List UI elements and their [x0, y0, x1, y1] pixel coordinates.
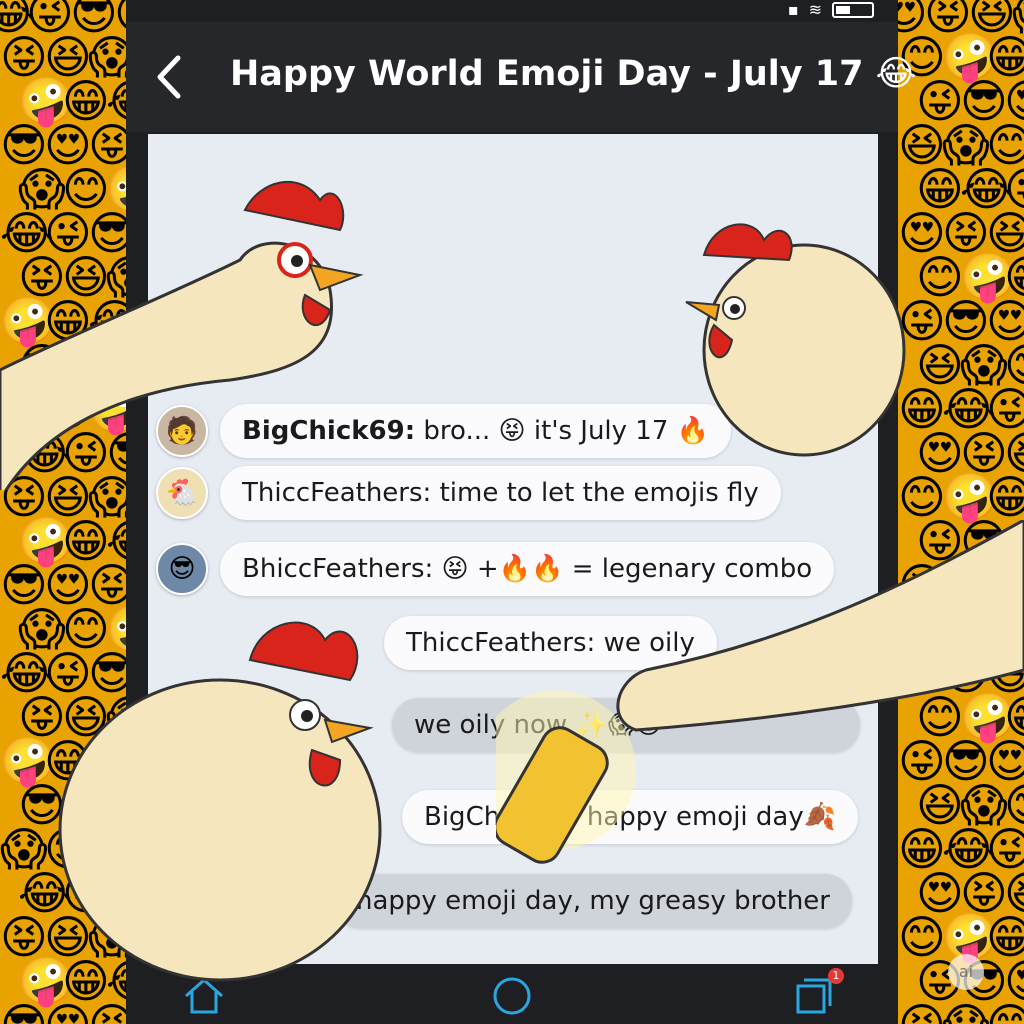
avatar[interactable]: 😎: [156, 543, 208, 595]
message-text: time to let the emojis fly: [431, 478, 759, 508]
chat-title: Happy World Emoji Day - July 17 😂: [230, 54, 917, 94]
chicken-illustration-bottom-left: [58, 621, 382, 982]
emoji-decoration: 😍: [44, 1002, 92, 1024]
circle-button[interactable]: [490, 976, 534, 1016]
home-circle-icon: [493, 977, 531, 1015]
message-bubble[interactable]: happy emoji day, my greasy brother: [334, 874, 852, 928]
message-text: bro... 😝 it's July 17 🔥: [415, 416, 710, 446]
wifi-icon: ≋: [808, 0, 822, 19]
message-author: BhiccFeathers:: [242, 554, 434, 584]
recents-button[interactable]: 1: [792, 968, 844, 1016]
emoji-decoration: 😝: [88, 1002, 128, 1024]
signal-icon: ▪: [787, 0, 799, 19]
message-row[interactable]: happy emoji day, my greasy brother: [334, 874, 852, 928]
chicken-illustration-top-left: [0, 181, 364, 490]
chevron-left-icon: [157, 55, 181, 99]
emoji-wallpaper-right: 😍😝😆😱😊🤪😁😂😜😎😍😝😆😱😊🤪😁😂😜😎😍😝😆😱😊🤪😁😂😜😎😍😝😆😱😊🤪😁😂😜😎…: [898, 0, 1024, 1024]
emoji-decoration: 😊: [986, 1002, 1024, 1024]
emoji-decoration: 😎: [0, 1002, 48, 1024]
battery-icon: [832, 1, 874, 18]
notification-badge: 1: [828, 968, 844, 984]
recents-icon: [796, 978, 832, 1014]
back-button[interactable]: [150, 50, 190, 104]
chicken-illustration-top-right: [685, 223, 906, 457]
status-bar: ▪ ≋: [126, 0, 898, 22]
watermark-logo: ai: [948, 954, 984, 990]
chat-header: Happy World Emoji Day - July 17 😂: [126, 22, 917, 132]
emoji-decoration: 😆: [898, 1002, 946, 1024]
emoji-decoration: 😱: [942, 1002, 990, 1024]
oil-bottle-arm-illustration: [496, 520, 1024, 864]
